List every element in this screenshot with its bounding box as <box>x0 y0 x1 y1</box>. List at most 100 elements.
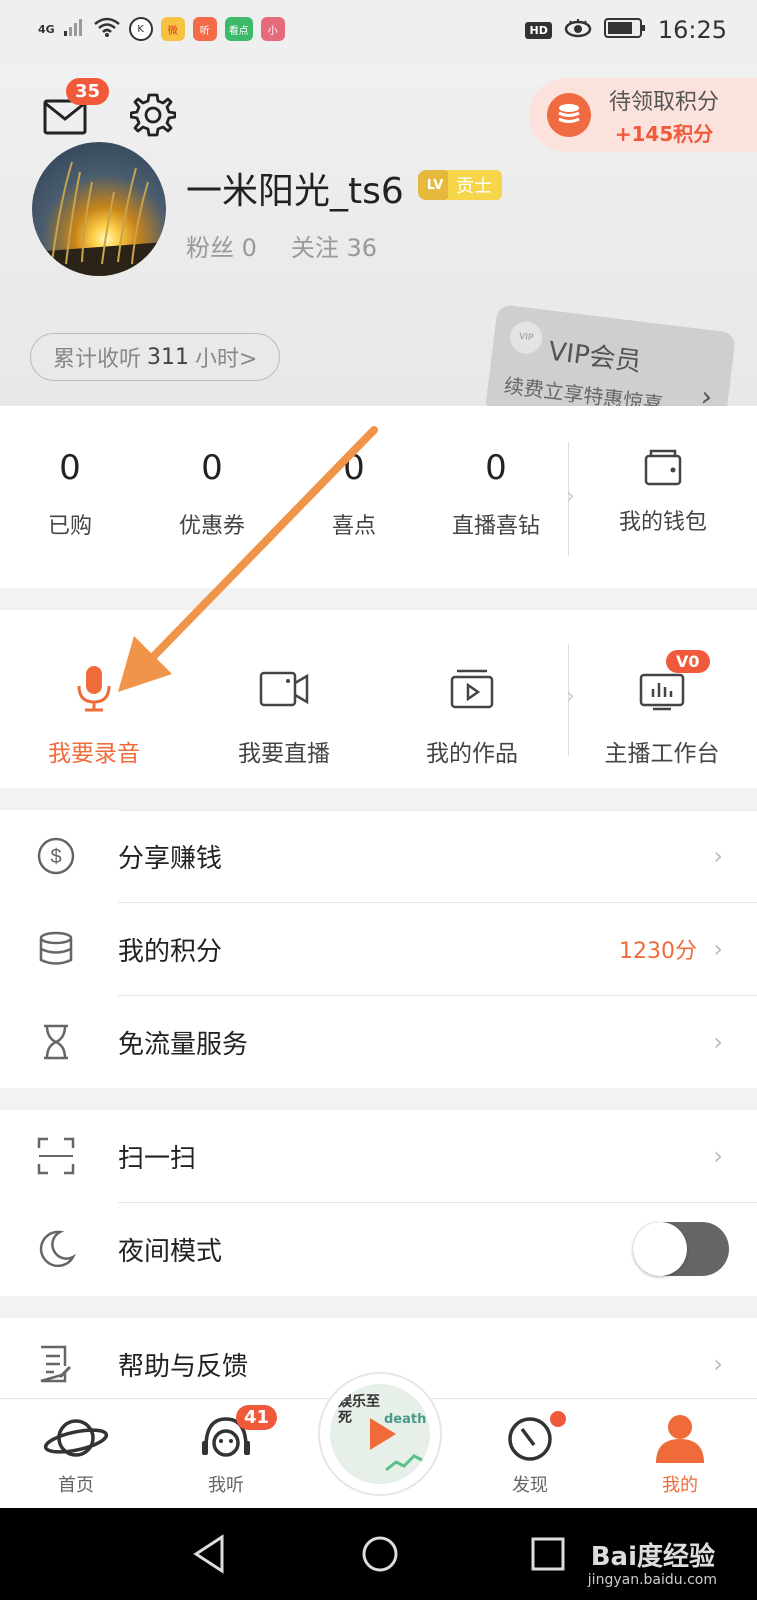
eye-icon <box>564 18 592 42</box>
status-right: HD 16:25 <box>525 16 727 44</box>
menu-label: 帮助与反馈 <box>118 1351 249 1382</box>
tab-home[interactable]: 首页 <box>16 1413 136 1497</box>
tab-label: 发现 <box>512 1475 548 1496</box>
live-diamond-label: 直播喜钻 <box>451 514 540 539</box>
chevron-right-icon: › <box>713 1028 723 1056</box>
now-playing-button[interactable]: 娱乐至死 death <box>318 1372 442 1496</box>
battery-icon <box>603 17 646 43</box>
mail-badge: 35 <box>66 78 110 105</box>
menu-label: 扫一扫 <box>118 1143 197 1174</box>
menu-row-night-mode: 夜间模式 <box>0 1203 757 1295</box>
anchor-studio-label: 主播工作台 <box>604 741 720 767</box>
weibo-icon: 微 <box>160 17 185 41</box>
menu-row-my-points[interactable]: 我的积分 1230分 › <box>0 903 757 995</box>
listen-suffix: 小时> <box>195 347 258 372</box>
xidian-item[interactable]: 0 喜点 <box>284 448 424 540</box>
menu-label: 夜间模式 <box>118 1236 223 1267</box>
tab-label: 我听 <box>208 1475 244 1496</box>
share-money-icon: $ <box>36 836 76 876</box>
menu-label: 我的积分 <box>118 936 223 967</box>
wallet-button[interactable]: 我的钱包 <box>590 448 736 536</box>
menu-row-scan[interactable]: 扫一扫 › <box>0 1110 757 1202</box>
pending-points-button[interactable]: 待领取积分 +145积分 <box>529 78 757 152</box>
home-icon[interactable] <box>360 1534 400 1578</box>
coin-stack-icon <box>547 93 591 137</box>
hd-icon: HD <box>525 21 552 39</box>
my-works-button[interactable]: 我的作品 <box>382 660 562 768</box>
purchased-count: 0 <box>59 448 81 488</box>
menu-row-free-data[interactable]: 免流量服务 › <box>0 996 757 1088</box>
avatar[interactable] <box>32 142 166 276</box>
night-mode-toggle[interactable] <box>633 1222 729 1276</box>
app-misc-icon: 小 <box>260 17 285 41</box>
studio-icon <box>572 660 752 718</box>
watermark-brand: Bai度经验 <box>590 1542 715 1572</box>
coupon-item[interactable]: 0 优惠券 <box>142 448 282 540</box>
chevron-right-icon: › <box>713 935 723 963</box>
microphone-icon <box>4 660 184 718</box>
listen-hours-button[interactable]: 累计收听 311 小时> <box>30 333 281 381</box>
feedback-icon <box>36 1344 76 1384</box>
vip-seal-icon: VIP <box>508 319 544 356</box>
menu-group-1: $ 分享赚钱 › 我的积分 1230分 › 免流量服务 › <box>0 810 757 1088</box>
live-diamond-item[interactable]: 0 直播喜钻 <box>426 448 566 540</box>
menu-row-share-earn[interactable]: $ 分享赚钱 › <box>0 810 757 902</box>
menu-label: 免流量服务 <box>118 1029 249 1060</box>
listen-hours: 311 <box>147 344 190 370</box>
listen-badge: 41 <box>236 1405 278 1430</box>
tab-mine[interactable]: 我的 <box>620 1413 740 1497</box>
hourglass-icon <box>36 1022 76 1062</box>
pending-points-title: 待领取积分 <box>609 89 720 115</box>
anchor-studio-button[interactable]: 主播工作台 <box>572 660 752 768</box>
play-icon <box>370 1418 423 1472</box>
xidian-count: 0 <box>343 448 365 488</box>
coupon-count: 0 <box>201 448 223 488</box>
ting-app-icon: 听 <box>192 17 217 41</box>
back-icon[interactable] <box>192 1534 226 1578</box>
wifi-icon <box>93 16 121 42</box>
person-icon <box>656 1415 704 1463</box>
chevron-right-icon: › <box>713 1350 723 1378</box>
kandian-icon: 看点 <box>224 17 253 41</box>
purchased-item[interactable]: 0 已购 <box>0 448 140 540</box>
level-icon: LV <box>418 170 452 200</box>
divider-chevron-icon: › <box>566 484 575 509</box>
planet-icon <box>43 1419 109 1457</box>
tab-discover[interactable]: 发现 <box>470 1413 590 1497</box>
moon-icon <box>36 1229 76 1269</box>
go-live-button[interactable]: 我要直播 <box>194 660 374 768</box>
points-coins-icon <box>36 929 76 969</box>
username: 一米阳光_ts6 <box>186 171 404 212</box>
status-left: 4G K 微 听 看点 小 <box>38 16 285 42</box>
signal-icon <box>63 17 85 41</box>
level-badge[interactable]: LV 贡士 <box>418 170 502 200</box>
live-diamond-count: 0 <box>485 448 507 488</box>
menu-group-2: 扫一扫 › 夜间模式 <box>0 1110 757 1296</box>
points-value: 1230分 <box>619 939 697 964</box>
go-live-label: 我要直播 <box>238 741 330 767</box>
record-audio-button[interactable]: 我要录音 <box>4 660 184 768</box>
tab-label: 我的 <box>662 1475 698 1496</box>
system-nav-bar: Bai度经验 jingyan.baidu.com <box>0 1508 757 1600</box>
watermark-url: jingyan.baidu.com <box>587 1572 717 1588</box>
following-count[interactable]: 关注 36 <box>291 228 377 263</box>
tab-label: 首页 <box>58 1475 94 1496</box>
chevron-right-icon: › <box>713 1142 723 1170</box>
settings-button[interactable] <box>128 90 178 140</box>
xidian-label: 喜点 <box>331 514 376 539</box>
recents-icon[interactable] <box>530 1536 566 1576</box>
app-k-icon: K <box>128 17 153 41</box>
clock: 16:25 <box>657 16 727 44</box>
vip-title: VIP会员 <box>546 336 643 378</box>
pending-points-amount: +145积分 <box>614 121 714 146</box>
follow-stats: 粉丝 0 关注 36 <box>186 228 377 263</box>
menu-label: 分享赚钱 <box>118 843 223 874</box>
wallet-icon <box>590 448 736 490</box>
works-icon <box>382 660 562 718</box>
record-audio-label: 我要录音 <box>48 741 140 767</box>
status-bar: 4G K 微 听 看点 小 HD 16:25 <box>0 0 757 64</box>
fans-count[interactable]: 粉丝 0 <box>186 228 257 263</box>
svg-text:$: $ <box>50 846 61 868</box>
avatar-image <box>32 161 166 276</box>
listen-prefix: 累计收听 <box>53 347 142 372</box>
